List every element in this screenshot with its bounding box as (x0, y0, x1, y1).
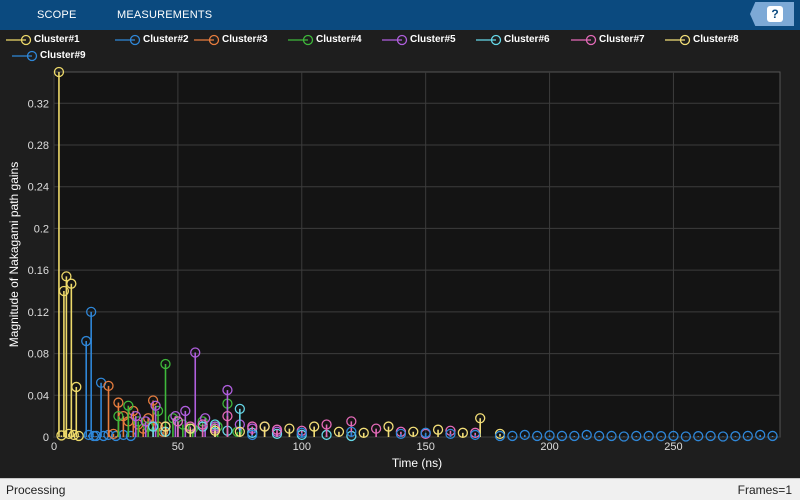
status-frames: Frames=1 (737, 483, 792, 497)
plot-area: 0 50 100 150 200 250 0 0.04 0.08 0.12 0.16 0.2 0.24 0… (7, 66, 781, 470)
x-tick-label: 0 (51, 441, 57, 453)
x-tick-label: 50 (172, 441, 184, 453)
legend-label: Cluster#3 (222, 34, 268, 45)
x-tick-label: 150 (416, 441, 434, 453)
y-tick-label: 0.16 (28, 265, 49, 277)
legend-marker-icon (194, 34, 220, 46)
legend-marker-icon (6, 34, 32, 46)
legend-marker-icon (571, 34, 597, 46)
legend-marker-icon (115, 34, 141, 46)
tab-scope[interactable]: SCOPE (37, 0, 77, 30)
legend-marker-icon (665, 34, 691, 46)
legend-marker-icon (12, 50, 38, 62)
legend-label: Cluster#8 (693, 34, 739, 45)
status-processing: Processing (6, 483, 66, 497)
legend: Cluster#1 Cluster#2 Cluster#3 Cluster#4 Clus… (0, 30, 800, 66)
tab-measurements[interactable]: MEASUREMENTS (117, 0, 212, 30)
legend-marker-icon (476, 34, 502, 46)
legend-label: Cluster#5 (410, 34, 456, 45)
help-button[interactable]: ? (750, 2, 794, 26)
y-tick-label: 0.2 (34, 223, 49, 235)
legend-label: Cluster#6 (504, 34, 550, 45)
toolstrip: SCOPE MEASUREMENTS ? (0, 0, 800, 30)
x-tick-label: 100 (293, 441, 311, 453)
y-axis-label: Magnitude of Nakagami path gains (7, 162, 21, 347)
help-icon: ? (767, 6, 783, 22)
x-tick-label: 250 (664, 441, 682, 453)
legend-label: Cluster#9 (40, 50, 86, 61)
y-tick-label: 0.24 (28, 182, 49, 194)
legend-label: Cluster#4 (316, 34, 362, 45)
legend-marker-icon (288, 34, 314, 46)
y-tick-label: 0 (43, 432, 49, 444)
axes-background (53, 71, 781, 438)
x-axis-label: Time (ns) (392, 456, 442, 470)
legend-label: Cluster#7 (599, 34, 645, 45)
legend-marker-icon (382, 34, 408, 46)
y-tick-label: 0.28 (28, 140, 49, 152)
y-tick-label: 0.12 (28, 307, 49, 319)
legend-label: Cluster#2 (143, 34, 189, 45)
y-tick-label: 0.08 (28, 349, 49, 361)
status-bar: Processing Frames=1 (0, 478, 800, 500)
y-tick-label: 0.32 (28, 98, 49, 110)
x-tick-label: 200 (540, 441, 558, 453)
y-tick-label: 0.04 (28, 390, 49, 402)
legend-label: Cluster#1 (34, 34, 80, 45)
